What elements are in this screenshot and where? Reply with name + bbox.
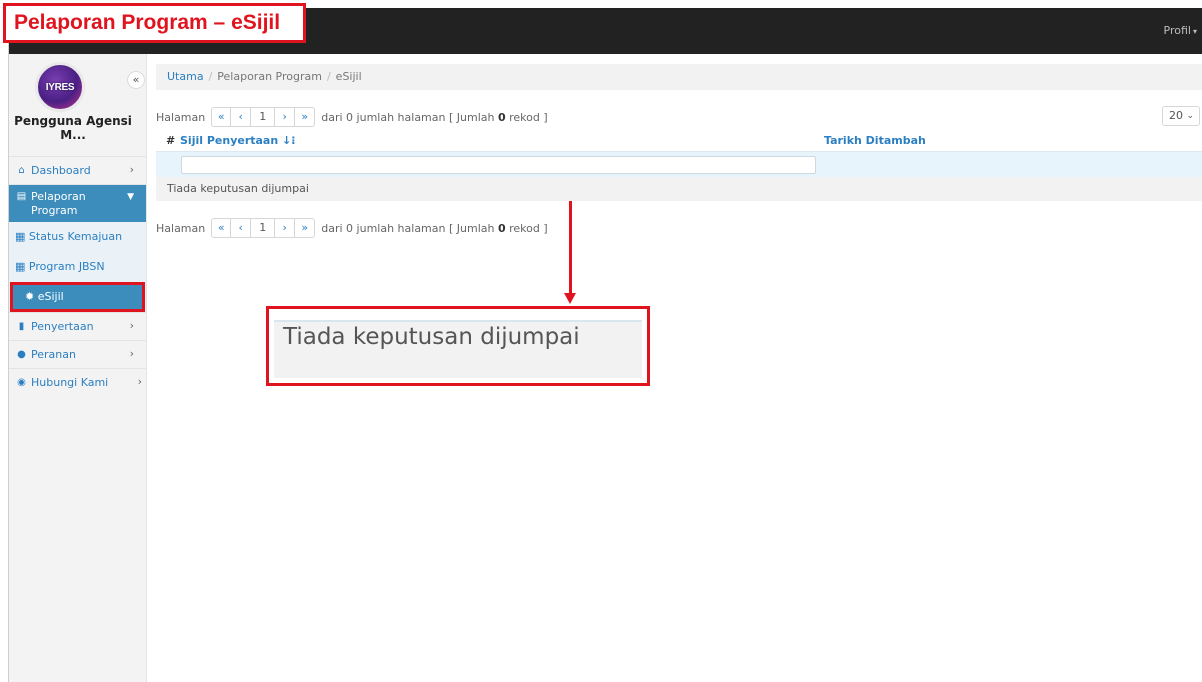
breadcrumb-separator: / bbox=[326, 70, 331, 83]
sidebar-item-peranan[interactable]: ● Peranan › bbox=[9, 340, 146, 368]
iyres-logo: IYRES bbox=[35, 62, 85, 112]
column-header-label: Sijil Penyertaan bbox=[180, 134, 279, 147]
chevron-down-icon: ▼ bbox=[127, 192, 134, 202]
sidebar-item-label: Penyertaan bbox=[31, 320, 94, 333]
sidebar-subitem-label: Program JBSN bbox=[28, 260, 105, 273]
last-page-button[interactable]: » bbox=[295, 218, 316, 238]
sidebar-item-label: Dashboard bbox=[31, 164, 91, 177]
pager-info-suffix: rekod ] bbox=[505, 110, 548, 124]
record-total: 0 bbox=[497, 221, 506, 235]
page-size-select[interactable]: 20 ⌄ bbox=[1162, 106, 1200, 126]
sort-icon: ↓⁝ bbox=[282, 134, 296, 147]
user-name: Pengguna Agensi M... bbox=[14, 114, 132, 142]
annotation-zoom-box: Tiada keputusan dijumpai bbox=[266, 306, 650, 386]
filter-row bbox=[156, 151, 1202, 177]
next-page-button[interactable]: › bbox=[275, 107, 296, 127]
pager-info-prefix: dari 0 jumlah halaman [ Jumlah bbox=[321, 221, 498, 235]
pager-info-prefix: dari 0 jumlah halaman [ Jumlah bbox=[321, 110, 498, 124]
sidebar-subitem-status-kemajuan[interactable]: ▦ Status Kemajuan bbox=[9, 222, 146, 252]
pager-label: Halaman bbox=[156, 221, 206, 235]
sidebar-item-hubungi-kami[interactable]: ◉ Hubungi Kami › bbox=[9, 368, 146, 396]
breadcrumb-home-link[interactable]: Utama bbox=[167, 70, 204, 83]
breadcrumb-section-link[interactable]: Pelaporan Program bbox=[217, 70, 322, 83]
prev-page-button[interactable]: ‹ bbox=[231, 107, 252, 127]
user-icon: ● bbox=[17, 349, 26, 360]
sidebar-subitem-label: Status Kemajuan bbox=[28, 230, 123, 243]
sidebar-item-label: Peranan bbox=[31, 348, 76, 361]
pager-bottom: Halaman « ‹ 1 › » dari 0 jumlah halaman … bbox=[156, 217, 1202, 239]
main-content: Utama / Pelaporan Program / eSijil Halaman «… bbox=[156, 54, 1202, 239]
page-number-input[interactable]: 1 bbox=[251, 218, 276, 238]
record-total: 0 bbox=[497, 110, 506, 124]
clipboard-icon: ▮ bbox=[18, 321, 25, 332]
pager-info: dari 0 jumlah halaman [ Jumlah 0 rekod ] bbox=[321, 222, 547, 235]
empty-results-message: Tiada keputusan dijumpai bbox=[156, 177, 1202, 201]
sidebar-subitem-program-jbsn[interactable]: ▦ Program JBSN bbox=[9, 252, 146, 282]
pager-top: Halaman « ‹ 1 › » dari 0 jumlah halaman … bbox=[156, 106, 1202, 128]
sidebar-item-dashboard[interactable]: ⌂ Dashboard › bbox=[9, 156, 146, 184]
sidebar-item-pelaporan-program[interactable]: ▤ Pelaporan Program ▼ bbox=[9, 184, 146, 222]
last-page-button[interactable]: » bbox=[295, 107, 316, 127]
pager-info: dari 0 jumlah halaman [ Jumlah 0 rekod ] bbox=[321, 111, 547, 124]
table-icon: ▦ bbox=[15, 260, 26, 273]
column-header-tarikh-ditambah[interactable]: Tarikh Ditambah bbox=[824, 134, 926, 147]
row-number-header: # bbox=[166, 134, 176, 147]
sidebar-subitem-esijil[interactable]: ✹ eSijil bbox=[10, 282, 145, 312]
zoom-box-text: Tiada keputusan dijumpai bbox=[283, 324, 580, 350]
submenu-pelaporan-program: ▦ Status Kemajuan ▦ Program JBSN ✹ eSiji… bbox=[9, 222, 146, 312]
annotation-title: Pelaporan Program – eSijil bbox=[14, 11, 281, 34]
book-icon: ▤ bbox=[16, 191, 27, 202]
next-page-button[interactable]: › bbox=[275, 218, 296, 238]
page-number-input[interactable]: 1 bbox=[251, 107, 276, 127]
page-size-value: 20 bbox=[1169, 109, 1183, 122]
breadcrumb-separator: / bbox=[208, 70, 213, 83]
first-page-button[interactable]: « bbox=[211, 107, 232, 127]
chevron-right-icon: › bbox=[137, 375, 142, 388]
sidebar-item-label: Pelaporan Program bbox=[31, 190, 86, 217]
prev-page-button[interactable]: ‹ bbox=[231, 218, 252, 238]
annotation-title-box: Pelaporan Program – eSijil bbox=[3, 3, 306, 43]
table-icon: ▦ bbox=[15, 230, 26, 243]
chevron-right-icon: › bbox=[129, 163, 134, 176]
profile-menu[interactable]: Profil ▾ bbox=[1164, 24, 1197, 37]
chevron-right-icon: › bbox=[129, 319, 134, 332]
sidebar-item-penyertaan[interactable]: ▮ Penyertaan › bbox=[9, 312, 146, 340]
sidebar-subitem-label: eSijil bbox=[37, 290, 64, 303]
logo-text: IYRES bbox=[45, 81, 75, 93]
collapse-sidebar-button[interactable]: « bbox=[127, 71, 145, 89]
breadcrumb: Utama / Pelaporan Program / eSijil bbox=[156, 64, 1202, 90]
comment-icon: ◉ bbox=[17, 377, 26, 388]
sidebar: IYRES « Pengguna Agensi M... ⌂ Dashboard… bbox=[9, 54, 147, 682]
sijil-filter-input[interactable] bbox=[181, 156, 816, 174]
profile-label: Profil bbox=[1163, 24, 1191, 37]
pager-label: Halaman bbox=[156, 110, 206, 124]
sidebar-menu: ⌂ Dashboard › ▤ Pelaporan Program ▼ ▦ St… bbox=[9, 156, 146, 396]
certificate-icon: ✹ bbox=[25, 290, 35, 303]
first-page-button[interactable]: « bbox=[211, 218, 232, 238]
pager-info-suffix: rekod ] bbox=[505, 221, 548, 235]
chevron-right-icon: › bbox=[129, 347, 134, 360]
column-header-sijil-penyertaan[interactable]: Sijil Penyertaan ↓⁝ bbox=[180, 134, 295, 147]
sidebar-item-label: Hubungi Kami bbox=[31, 376, 109, 389]
home-icon: ⌂ bbox=[18, 165, 25, 176]
caret-down-icon: ▾ bbox=[1192, 27, 1197, 36]
annotation-arrow-line bbox=[569, 201, 572, 296]
table-header: # Sijil Penyertaan ↓⁝ Tarikh Ditambah bbox=[156, 131, 1202, 151]
breadcrumb-current: eSijil bbox=[335, 70, 362, 83]
annotation-arrow-head-icon bbox=[564, 293, 576, 304]
chevron-down-icon: ⌄ bbox=[1186, 111, 1194, 121]
